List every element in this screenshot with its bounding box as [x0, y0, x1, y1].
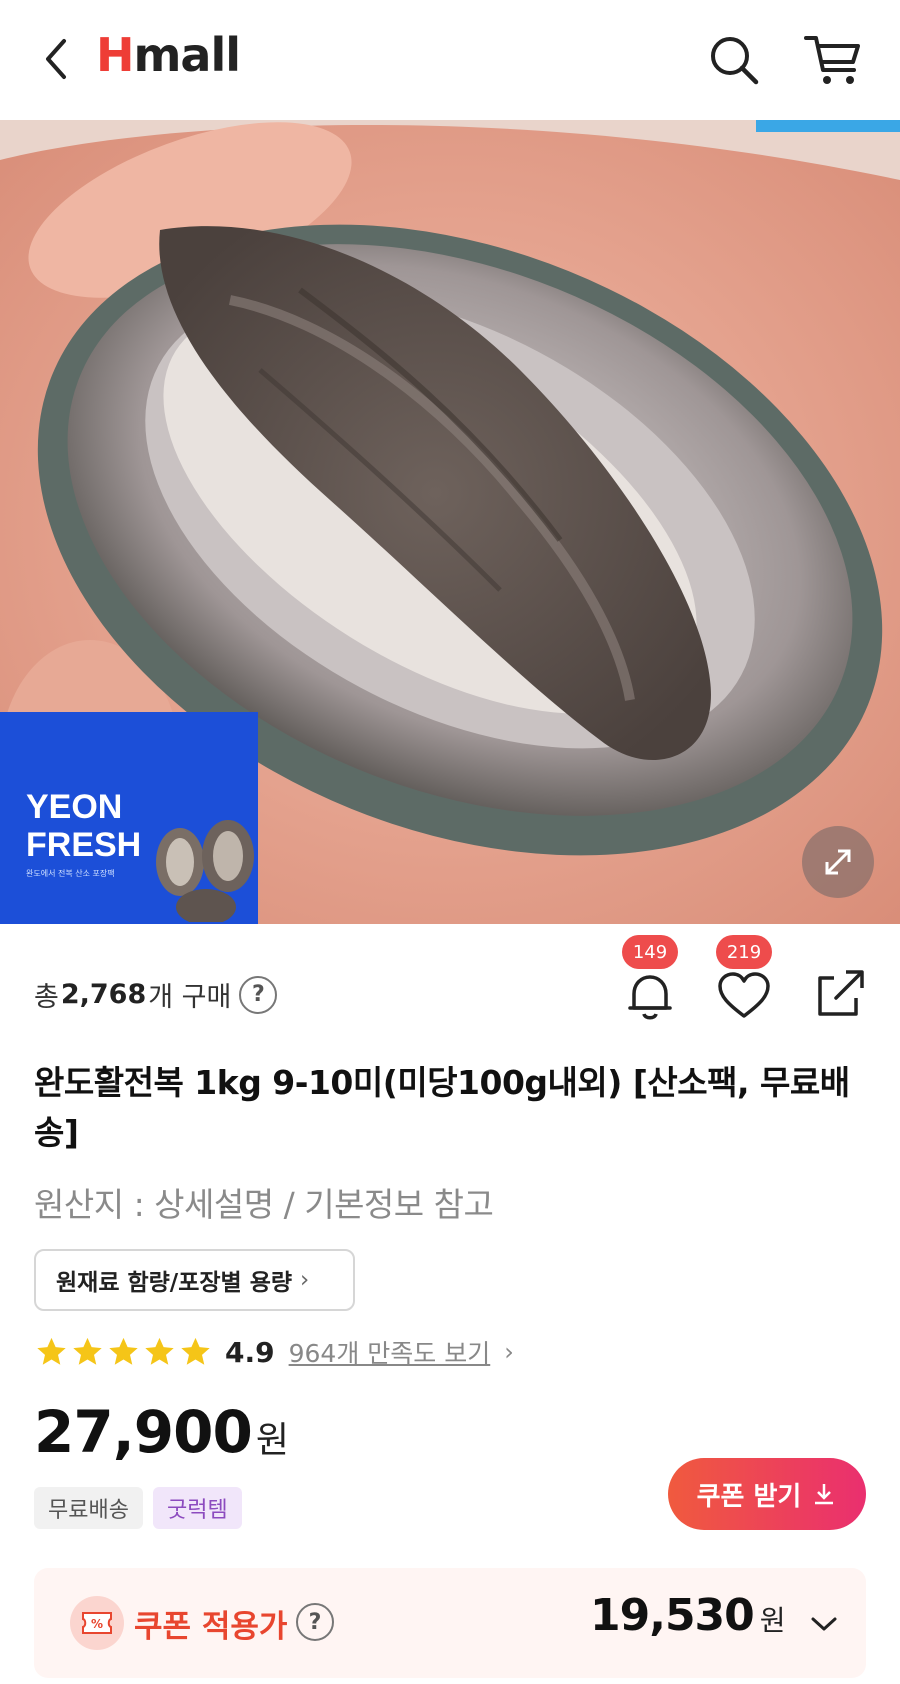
app-header: Hmall: [0, 0, 900, 120]
coupon-price-value: 19,530: [590, 1590, 755, 1641]
price-value: 27,900: [34, 1398, 253, 1466]
coupon-price-unit: 원: [759, 1604, 786, 1637]
purchase-count: 총 2,768 개 구매 ?: [34, 975, 278, 1014]
package-title: YEON FRESH: [26, 788, 141, 864]
product-image[interactable]: YEON FRESH 완도에서 전복 산소 포장팩: [0, 120, 900, 924]
product-price: 27,900 원: [34, 1398, 289, 1466]
rating-row: 4.9 964개 만족도 보기 ›: [34, 1330, 514, 1374]
chevron-down-icon: [811, 1617, 837, 1631]
share-icon: [818, 970, 864, 1016]
hmall-logo[interactable]: Hmall: [96, 28, 242, 82]
wishlist-button[interactable]: [714, 968, 774, 1024]
review-link[interactable]: 964개 만족도 보기: [289, 1334, 491, 1370]
chevron-right-icon: ›: [504, 1338, 514, 1366]
coupon-price-label: 쿠폰 적용가: [134, 1609, 288, 1645]
wish-count-badge: 219: [716, 935, 772, 969]
coupon-icon-glyph: %: [91, 1617, 103, 1631]
download-icon: [815, 1484, 834, 1505]
ingredient-capacity-button[interactable]: 원재료 함량/포장별 용량 ›: [34, 1249, 355, 1311]
star-icon: [145, 1337, 174, 1365]
chevron-right-icon: ›: [300, 1267, 310, 1293]
coupon-expand-toggle[interactable]: [802, 1602, 846, 1646]
product-title: 완도활전복 1kg 9-10미(미당100g내외) [산소팩, 무료배송]: [34, 1063, 850, 1152]
star-icon: [181, 1337, 210, 1365]
coupon-price: 19,530 원: [590, 1590, 786, 1641]
search-icon: [711, 37, 759, 85]
purchase-count-value: 2,768: [60, 979, 147, 1010]
share-button[interactable]: [812, 966, 868, 1022]
package-abalone-photo: [156, 820, 254, 922]
origin-info: 원산지 : 상세설명 / 기본정보 참고: [34, 1185, 494, 1224]
alert-count-badge: 149: [622, 935, 678, 969]
cart-icon: [804, 36, 860, 84]
get-coupon-button[interactable]: 쿠폰 받기: [668, 1458, 866, 1530]
free-shipping-tag: 무료배송: [34, 1487, 143, 1529]
get-coupon-label: 쿠폰 받기: [696, 1481, 802, 1512]
search-button[interactable]: [706, 32, 762, 88]
package-subtitle: 완도에서 전복 산소 포장팩: [26, 869, 115, 878]
product-tags: 무료배송 굿럭템: [34, 1487, 242, 1529]
star-icon: [73, 1337, 102, 1365]
coupon-percent-icon: %: [70, 1596, 124, 1650]
back-button[interactable]: [36, 36, 76, 82]
logo-text: mall: [133, 28, 242, 82]
purchase-suffix: 개 구매: [148, 982, 232, 1013]
logo-h: H: [96, 28, 134, 82]
package-thumbnail: YEON FRESH 완도에서 전복 산소 포장팩: [0, 712, 258, 924]
back-icon: [46, 39, 66, 79]
star-icon: [37, 1337, 66, 1365]
purchase-help-button[interactable]: ?: [239, 975, 278, 1014]
coupon-help-button[interactable]: ?: [296, 1603, 334, 1641]
price-unit: 원: [255, 1420, 289, 1461]
star-rating: [34, 1335, 213, 1369]
package-title-line2: FRESH: [26, 826, 142, 864]
rating-value: 4.9: [225, 1335, 275, 1369]
package-title-line1: YEON: [26, 788, 123, 826]
star-icon: [109, 1337, 138, 1365]
bell-icon: [628, 975, 672, 1020]
purchase-prefix: 총: [34, 982, 59, 1013]
goodluck-item-tag: 굿럭템: [152, 1487, 242, 1529]
image-progress-bar: [756, 120, 900, 132]
coupon-price-box[interactable]: % 쿠폰 적용가 ? 19,530 원: [34, 1568, 866, 1678]
restock-alert-button[interactable]: [622, 968, 678, 1024]
expand-image-button[interactable]: [802, 826, 874, 898]
heart-icon: [718, 972, 770, 1018]
cart-button[interactable]: [802, 32, 864, 88]
expand-icon: [825, 849, 851, 875]
ingredient-capacity-label: 원재료 함량/포장별 용량: [56, 1270, 293, 1296]
